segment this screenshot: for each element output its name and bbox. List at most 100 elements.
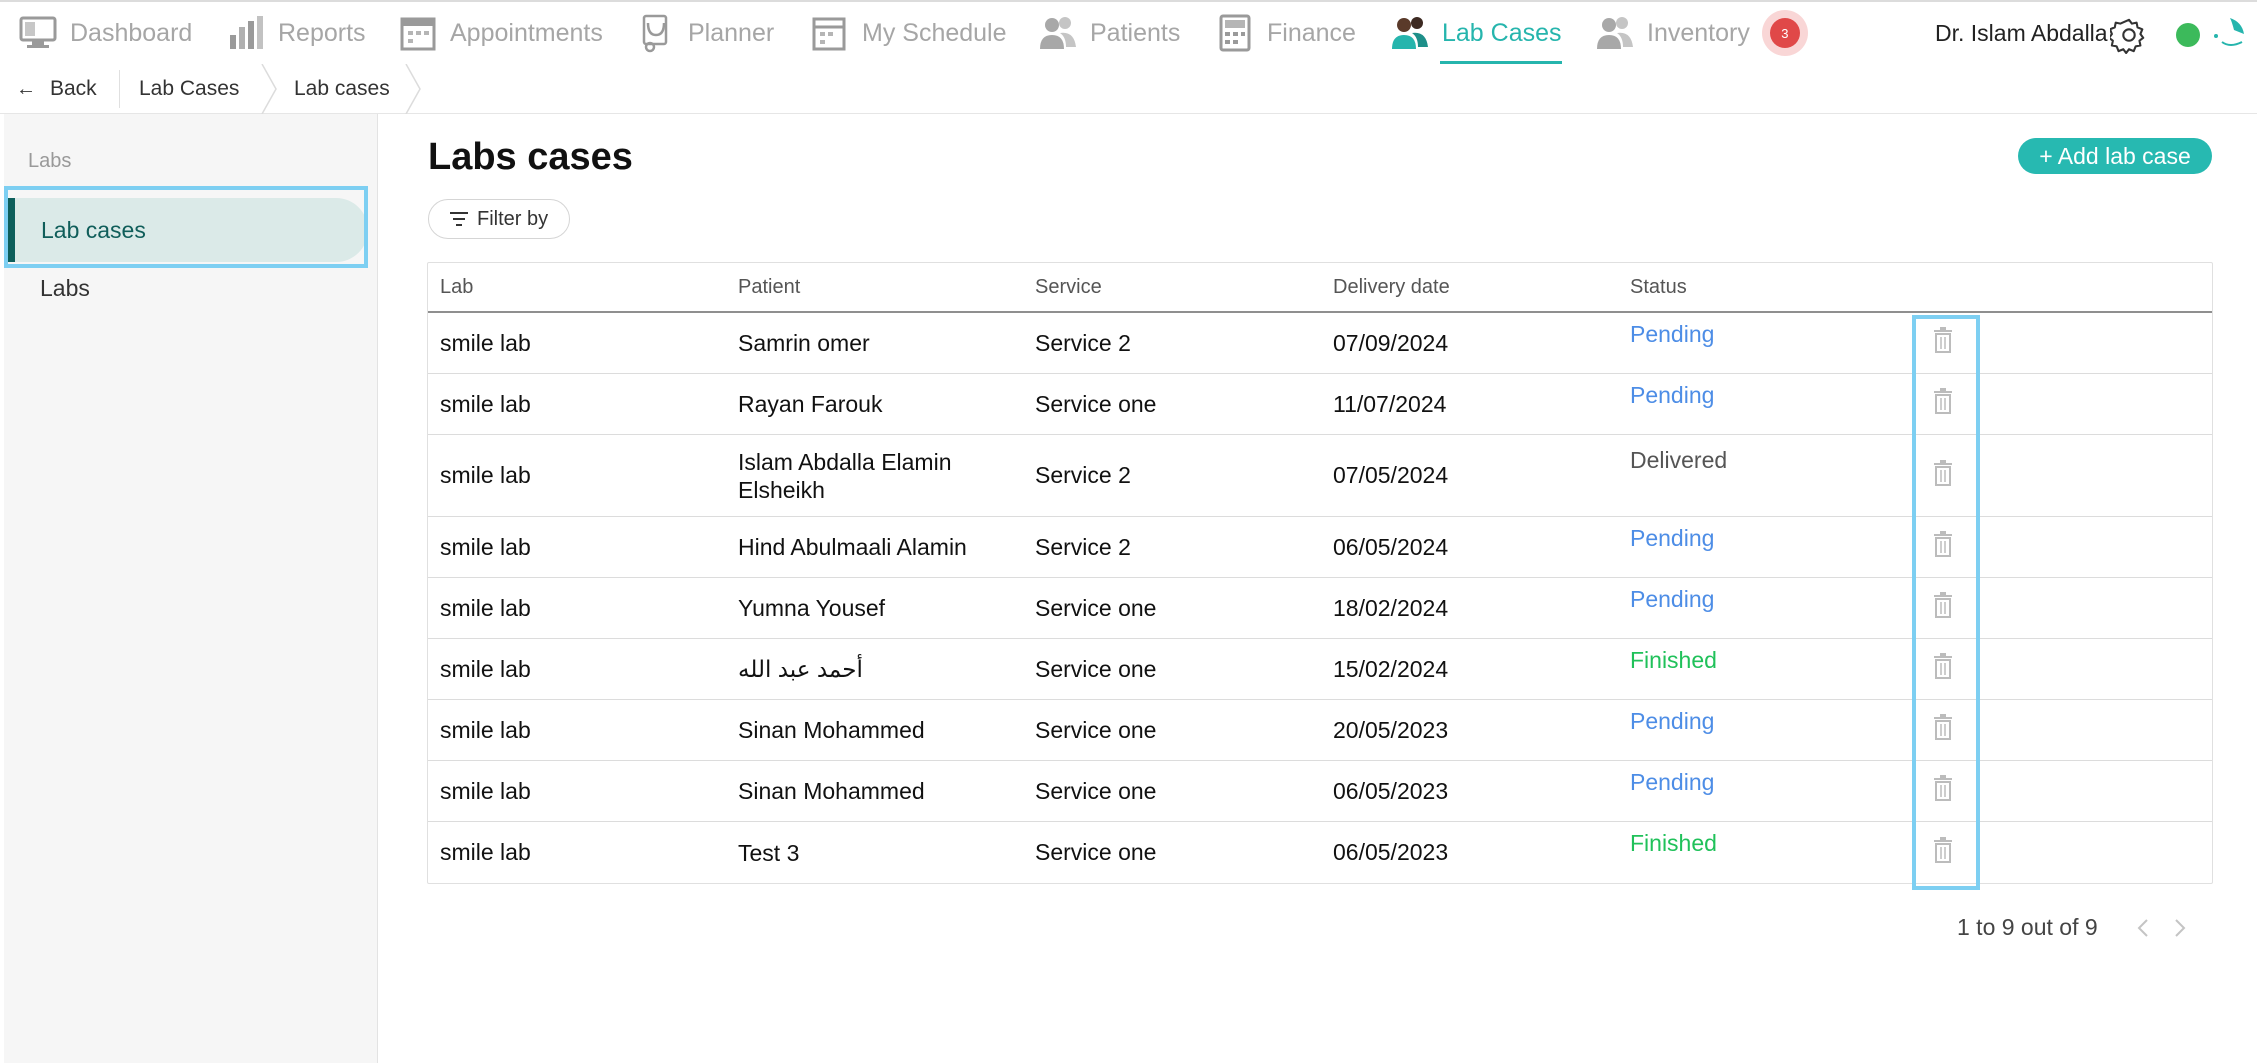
table-row[interactable]: smile lab Hind Abulmaali Alamin Service 2 0… (428, 517, 2212, 578)
delete-button[interactable] (1932, 388, 1954, 420)
chevron-right-icon (2175, 919, 2186, 937)
delete-button[interactable] (1932, 836, 1954, 869)
nav-item-dashboard[interactable]: Dashboard (18, 2, 192, 64)
cell-lab: smile lab (440, 390, 531, 417)
nav-item-patients[interactable]: Patients (1038, 2, 1180, 64)
gear-icon[interactable] (2110, 16, 2148, 54)
chevron-left-icon (2137, 919, 2148, 937)
nav-item-planner[interactable]: Planner (636, 2, 774, 64)
table-row[interactable]: smile lab Yumna Yousef Service one 18/02/20… (428, 578, 2212, 639)
breadcrumb-item-lab-cases[interactable]: Lab Cases (139, 64, 239, 114)
column-header-patient[interactable]: Patient (738, 276, 800, 299)
table-header: Lab Patient Service Delivery date Status (428, 263, 2212, 313)
table-row[interactable]: smile lab Islam Abdalla Elamin Elsheikh Se… (428, 435, 2212, 517)
nav-item-my-schedule[interactable]: My Schedule (810, 2, 1007, 64)
delete-button[interactable] (1932, 592, 1954, 624)
user-name[interactable]: Dr. Islam Abdalla (1935, 20, 2108, 47)
column-header-service[interactable]: Service (1035, 276, 1102, 299)
brand-logo-icon (2214, 18, 2244, 46)
chevron-right-icon (405, 64, 421, 114)
delete-button[interactable] (1932, 327, 1954, 359)
trash-icon (1934, 836, 1952, 863)
inventory-notification-badge: 3 (1769, 18, 1800, 48)
sidebar-item-labs[interactable]: Labs (6, 256, 368, 320)
cell-lab: smile lab (440, 777, 531, 804)
breadcrumb: ← Back Lab Cases Lab cases (0, 64, 2257, 114)
chevron-right-icon (261, 64, 277, 114)
cell-patient: Test 3 (738, 839, 800, 866)
table-row[interactable]: smile lab أحمد عبد الله Service one 15/02/2… (428, 639, 2212, 700)
table-row[interactable]: smile lab Test 3 Service one 06/05/2023 Fini… (428, 822, 2212, 883)
trash-icon (1934, 388, 1952, 414)
nav-item-reports[interactable]: Reports (226, 2, 366, 64)
add-lab-case-button[interactable]: + Add lab case (2018, 138, 2212, 174)
cell-lab: smile lab (440, 655, 531, 682)
cell-delivery-date: 11/07/2024 (1333, 390, 1447, 417)
sidebar-item-lab-cases[interactable]: Lab cases (6, 198, 368, 262)
delete-button[interactable] (1932, 459, 1954, 492)
cell-delivery-date: 06/05/2023 (1333, 777, 1449, 804)
inventory-icon (1597, 17, 1633, 49)
trash-icon (1934, 592, 1952, 618)
cell-lab: smile lab (440, 462, 531, 488)
nav-label: Inventory (1647, 18, 1750, 47)
cell-status: Pending (1630, 525, 1715, 551)
cell-service: Service one (1035, 777, 1157, 804)
cell-status: Finished (1630, 647, 1717, 673)
trash-icon (1934, 714, 1952, 740)
cell-delivery-date: 07/09/2024 (1333, 329, 1449, 356)
delete-button[interactable] (1932, 714, 1954, 746)
back-button[interactable]: ← Back (16, 64, 97, 114)
nav-item-inventory[interactable]: Inventory 3 (1595, 2, 1800, 64)
trash-icon (1934, 653, 1952, 679)
breadcrumb-divider (119, 70, 120, 108)
cell-lab: smile lab (440, 594, 531, 621)
cell-patient: Rayan Farouk (738, 391, 883, 417)
cell-delivery-date: 18/02/2024 (1333, 594, 1449, 621)
table-body: smile lab Samrin omer Service 2 07/09/2024 P… (428, 313, 2212, 883)
schedule-icon (812, 17, 846, 51)
table-row[interactable]: smile lab Sinan Mohammed Service one 06/05/… (428, 761, 2212, 822)
online-status-indicator (2176, 23, 2200, 47)
delete-button[interactable] (1932, 653, 1954, 685)
nav-label: Reports (278, 18, 366, 47)
table-row[interactable]: smile lab Sinan Mohammed Service one 20/05/… (428, 700, 2212, 761)
cell-delivery-date: 15/02/2024 (1333, 655, 1449, 682)
nav-label: Finance (1267, 18, 1356, 47)
cell-service: Service one (1035, 716, 1157, 743)
calendar-icon (400, 17, 436, 51)
table-row[interactable]: smile lab Rayan Farouk Service one 11/07/20… (428, 374, 2212, 435)
cell-lab: smile lab (440, 329, 531, 356)
delete-button[interactable] (1932, 775, 1954, 807)
cell-service: Service one (1035, 839, 1157, 865)
table-row[interactable]: smile lab Samrin omer Service 2 07/09/2024 P… (428, 313, 2212, 374)
column-header-status[interactable]: Status (1630, 276, 1687, 299)
nav-item-appointments[interactable]: Appointments (398, 2, 603, 64)
people-icon (1040, 17, 1076, 49)
column-header-delivery-date[interactable]: Delivery date (1333, 276, 1450, 299)
cell-lab: smile lab (440, 716, 531, 743)
nav-item-lab-cases[interactable]: Lab Cases (1390, 2, 1562, 64)
cell-service: Service 2 (1035, 462, 1131, 488)
bar-chart-icon (230, 16, 263, 49)
nav-label: My Schedule (862, 18, 1007, 47)
filter-icon (450, 212, 468, 226)
filter-by-button[interactable]: Filter by (428, 199, 570, 239)
nav-label: Patients (1090, 18, 1181, 47)
cell-status: Delivered (1630, 447, 1728, 473)
next-page-button[interactable] (2170, 914, 2194, 942)
arrow-left-icon: ← (16, 77, 36, 100)
cell-patient: Yumna Yousef (738, 595, 886, 621)
previous-page-button[interactable] (2133, 914, 2157, 942)
lab-cases-table: Lab Patient Service Delivery date Status… (427, 262, 2213, 884)
cell-delivery-date: 20/05/2023 (1333, 716, 1449, 743)
cell-service: Service one (1035, 594, 1157, 621)
nav-item-finance[interactable]: Finance (1215, 2, 1356, 64)
column-header-lab[interactable]: Lab (440, 276, 473, 299)
cell-patient: Hind Abulmaali Alamin (738, 534, 967, 560)
cell-status: Pending (1630, 769, 1715, 795)
cell-patient: Sinan Mohammed (738, 778, 925, 804)
calculator-icon (1219, 14, 1251, 52)
delete-button[interactable] (1932, 531, 1954, 563)
page-title: Labs cases (428, 136, 633, 178)
